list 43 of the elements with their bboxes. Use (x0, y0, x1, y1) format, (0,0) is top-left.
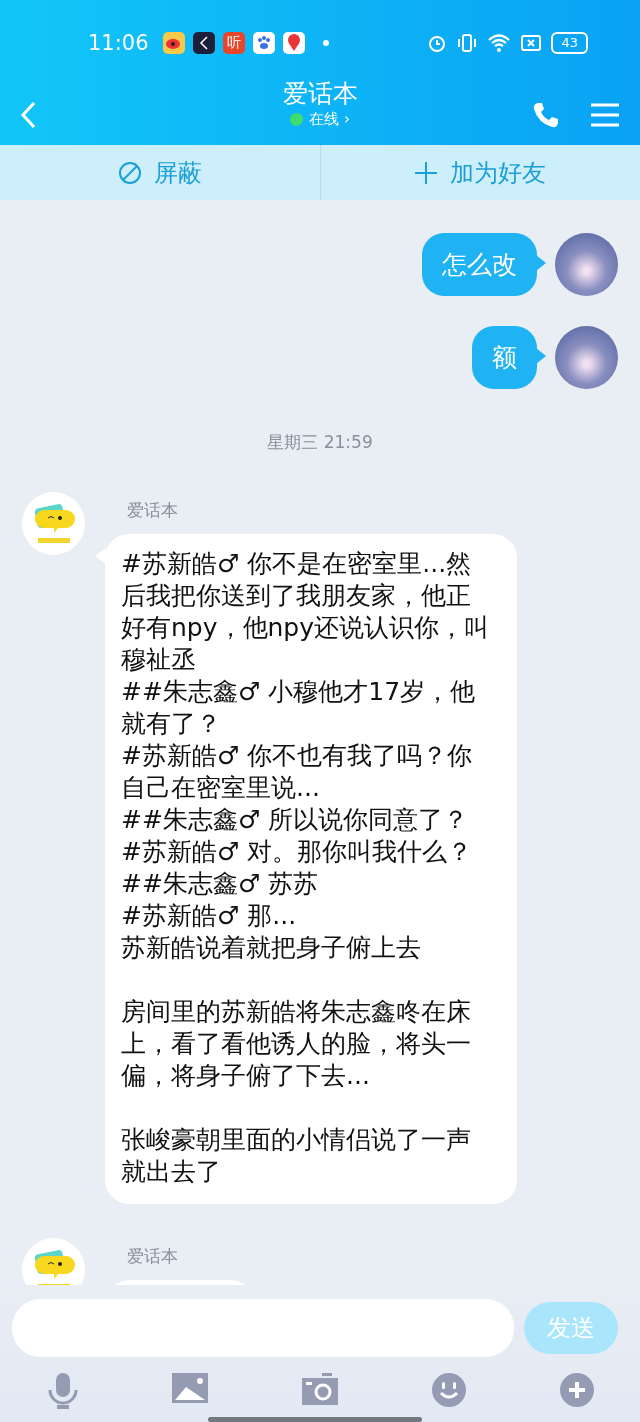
phone-icon[interactable] (532, 101, 560, 129)
message-line: ##朱志鑫♂ 所以说你同意了？ (121, 804, 470, 836)
app-notification-icon (252, 31, 275, 54)
message-line: #苏新皓♂ 你不是在密室里...然后我把你送到了我朋友家，他正好有npy，他npy还说认识你，叫穆祉丞 (121, 548, 491, 676)
message-line: ##朱志鑫♂ 小穆他才17岁，他就有了？ (121, 676, 477, 740)
wifi-icon (487, 32, 512, 53)
app-notification-icon (162, 31, 185, 54)
message-line: #苏新皓♂ 你不也有我了吗？你自己在密室里说... (121, 740, 474, 804)
status-time: 11:06 (88, 30, 149, 55)
app-notification-icon (192, 31, 215, 54)
image-icon[interactable] (172, 1373, 208, 1403)
message-line: ##朱志鑫♂ 苏苏 (121, 868, 320, 900)
microphone-icon[interactable] (48, 1373, 78, 1409)
more-notifications-dot (322, 39, 329, 46)
message-line: 张峻豪朝里面的小情侣说了一声就出去了 (121, 1124, 472, 1188)
plus-icon[interactable] (560, 1373, 594, 1407)
battery-indicator: 43 (551, 31, 588, 54)
message-text: 怎么改 (442, 250, 517, 279)
message-line: 房间里的苏新皓将朱志鑫咚在床上，看了看他诱人的脸，将头一偏，将身子俯了下去... (121, 996, 472, 1092)
message-text: 额 (492, 343, 517, 372)
back-icon[interactable] (20, 101, 36, 129)
vibrate-icon (457, 32, 478, 53)
sender-name: 爱话本 (127, 499, 179, 522)
message-line: 苏新皓说着就把身子俯上去 (121, 932, 422, 964)
block-button[interactable]: 屏蔽 (0, 145, 320, 200)
message-timestamp: 星期三 21:59 (267, 431, 373, 454)
camera-icon[interactable] (302, 1373, 338, 1405)
emoji-icon[interactable] (432, 1373, 466, 1407)
app-notification-icon (282, 31, 305, 54)
sender-name: 爱话本 (127, 1245, 179, 1268)
online-status-dot (290, 113, 304, 126)
message-input-field[interactable] (12, 1299, 514, 1357)
message-line: #苏新皓♂ 对。那你叫我什么？ (121, 836, 474, 868)
add-friend-button[interactable]: 加为好友 (319, 145, 640, 200)
message-line: #苏新皓♂ 那... (121, 900, 298, 932)
plus-icon (414, 160, 439, 185)
chat-title: 爱话本 (282, 78, 358, 110)
app-notification-icon: 听 (222, 31, 245, 54)
no-sim-icon (521, 33, 542, 52)
menu-icon[interactable] (590, 102, 620, 128)
online-status[interactable]: 在线 › (309, 110, 350, 129)
block-icon (117, 160, 142, 185)
bot-avatar[interactable] (22, 1238, 85, 1285)
